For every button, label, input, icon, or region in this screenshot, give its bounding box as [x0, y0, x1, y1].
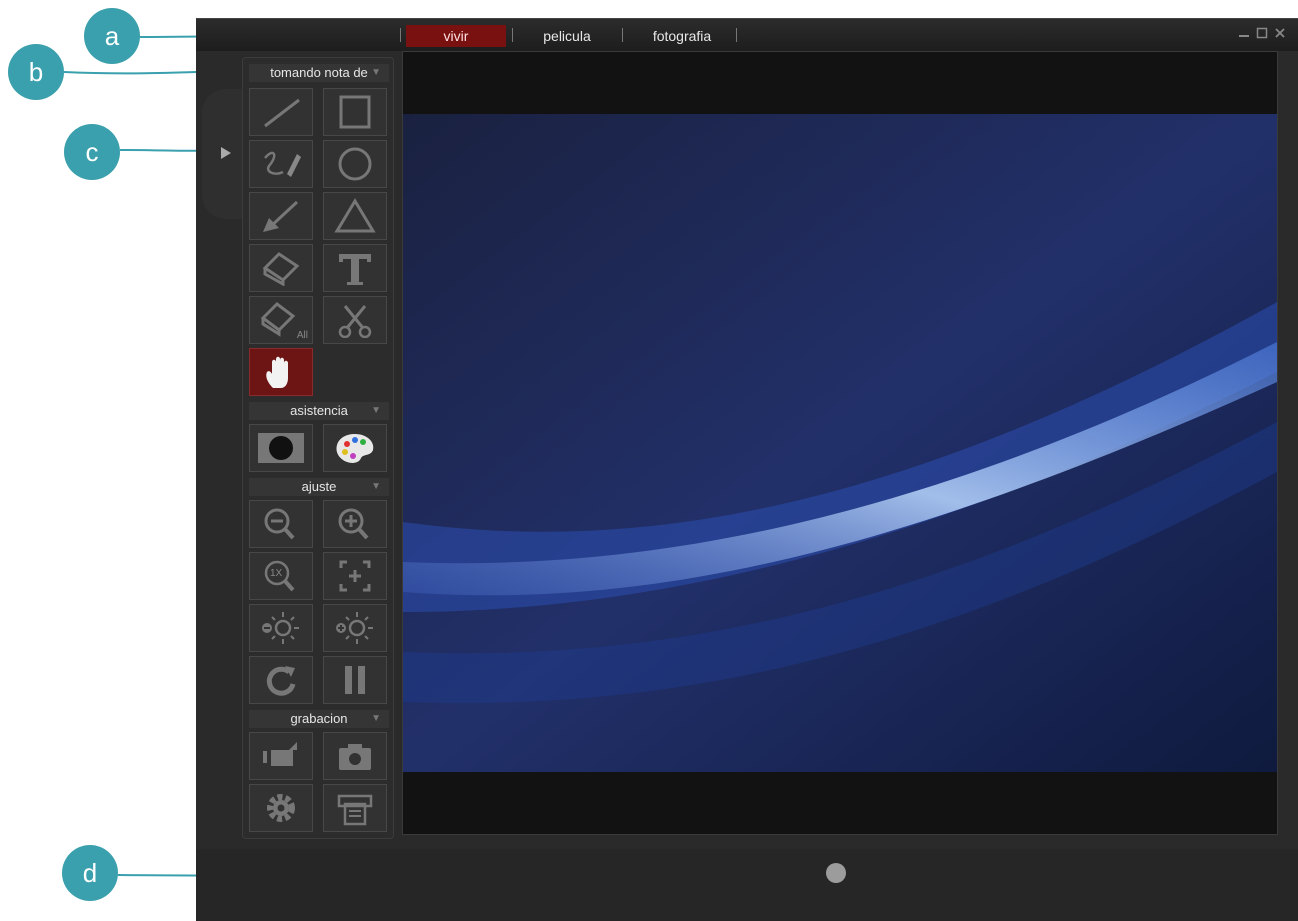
playback-slider-knob[interactable]: [826, 863, 846, 883]
dropdown-arrow-icon: ▼: [371, 405, 381, 416]
rectangle-tool[interactable]: [323, 88, 387, 136]
tab-pelicula[interactable]: pelicula: [522, 25, 612, 47]
section-recording[interactable]: grabacion ▼: [249, 710, 389, 728]
rotate-icon: [266, 666, 296, 696]
fit-screen-icon: [339, 560, 371, 592]
zoom-1x-tool[interactable]: 1X: [249, 552, 313, 600]
camera-icon: [339, 744, 371, 770]
palette-icon: [336, 434, 374, 463]
text-tool[interactable]: [323, 244, 387, 292]
playback-bar: [196, 849, 1298, 921]
window-controls: [1236, 27, 1288, 43]
rectangle-icon: [339, 95, 371, 129]
settings-button[interactable]: [249, 784, 313, 832]
app-window: vivir pelicula fotografia tomando nota d…: [196, 18, 1298, 921]
scissors-icon: [338, 305, 372, 338]
pause-icon: [345, 666, 365, 694]
section-adjust[interactable]: ajuste ▼: [249, 478, 389, 496]
spotlight-icon: [258, 433, 304, 463]
section-annotation[interactable]: tomando nota de ▼: [249, 64, 389, 82]
print-button[interactable]: [323, 784, 387, 832]
brightness-down-icon: [262, 612, 299, 644]
dropdown-arrow-icon: ▼: [371, 67, 381, 78]
pause-tool[interactable]: [323, 656, 387, 704]
tool-panel: tomando nota de ▼ All asistencia ▼ ajuste ▼…: [242, 57, 394, 839]
brightness-down-tool[interactable]: [249, 604, 313, 652]
minimize-icon[interactable]: [1236, 27, 1252, 43]
line-tool[interactable]: [249, 88, 313, 136]
toolbar-collapse-handle[interactable]: [202, 89, 246, 219]
dropdown-arrow-icon: ▼: [371, 713, 381, 724]
spotlight-tool[interactable]: [249, 424, 313, 472]
tab-fotografia[interactable]: fotografia: [632, 25, 732, 47]
circle-tool[interactable]: [323, 140, 387, 188]
tab-separator: [736, 28, 737, 42]
zoom-in-tool[interactable]: [323, 500, 387, 548]
print-icon: [337, 794, 373, 826]
freehand-pen-tool[interactable]: [249, 140, 313, 188]
close-icon[interactable]: [1272, 27, 1288, 43]
settings-gear-icon: [267, 794, 295, 822]
video-record-icon: [263, 742, 297, 766]
tab-separator: [512, 28, 513, 42]
zoom-out-icon: [264, 508, 295, 540]
scissors-tool[interactable]: [323, 296, 387, 344]
arrow-icon: [263, 200, 299, 232]
video-record-button[interactable]: [249, 732, 313, 780]
eraser-all-sublabel: All: [296, 330, 308, 341]
tab-separator: [622, 28, 623, 42]
text-icon: [339, 254, 371, 285]
maximize-icon[interactable]: [1254, 27, 1270, 43]
triangle-icon: [334, 198, 376, 233]
zoom-out-tool[interactable]: [249, 500, 313, 548]
fit-screen-tool[interactable]: [323, 552, 387, 600]
video-frame: [403, 52, 1277, 834]
expand-arrow-icon[interactable]: [218, 145, 234, 161]
callout-c: c: [64, 124, 120, 180]
eraser-icon: [262, 252, 300, 286]
hand-pan-tool[interactable]: [249, 348, 313, 396]
section-adjust-label: ajuste: [301, 479, 337, 494]
snapshot-button[interactable]: [323, 732, 387, 780]
callout-b: b: [8, 44, 64, 100]
triangle-tool[interactable]: [323, 192, 387, 240]
line-icon: [264, 98, 300, 128]
zoom-in-icon: [338, 508, 369, 540]
title-bar: vivir pelicula fotografia: [196, 19, 1298, 51]
hand-icon: [266, 356, 288, 388]
eraser-tool[interactable]: [249, 244, 313, 292]
eraser-all-tool[interactable]: All: [249, 296, 313, 344]
zoom-1x-label: 1X: [270, 568, 283, 579]
circle-icon: [338, 147, 372, 181]
section-assist[interactable]: asistencia ▼: [249, 402, 389, 420]
video-viewport[interactable]: [402, 51, 1278, 835]
dropdown-arrow-icon: ▼: [371, 481, 381, 492]
callout-a: a: [84, 8, 140, 64]
rotate-tool[interactable]: [249, 656, 313, 704]
color-palette-tool[interactable]: [323, 424, 387, 472]
tab-separator: [400, 28, 401, 42]
arrow-tool[interactable]: [249, 192, 313, 240]
freehand-pen-icon: [264, 151, 301, 177]
section-recording-label: grabacion: [290, 711, 348, 726]
section-annotation-label: tomando nota de: [270, 65, 368, 80]
brightness-up-tool[interactable]: [323, 604, 387, 652]
brightness-up-icon: [336, 612, 373, 644]
tab-vivir[interactable]: vivir: [406, 25, 506, 47]
section-assist-label: asistencia: [290, 403, 348, 418]
callout-d: d: [62, 845, 118, 901]
